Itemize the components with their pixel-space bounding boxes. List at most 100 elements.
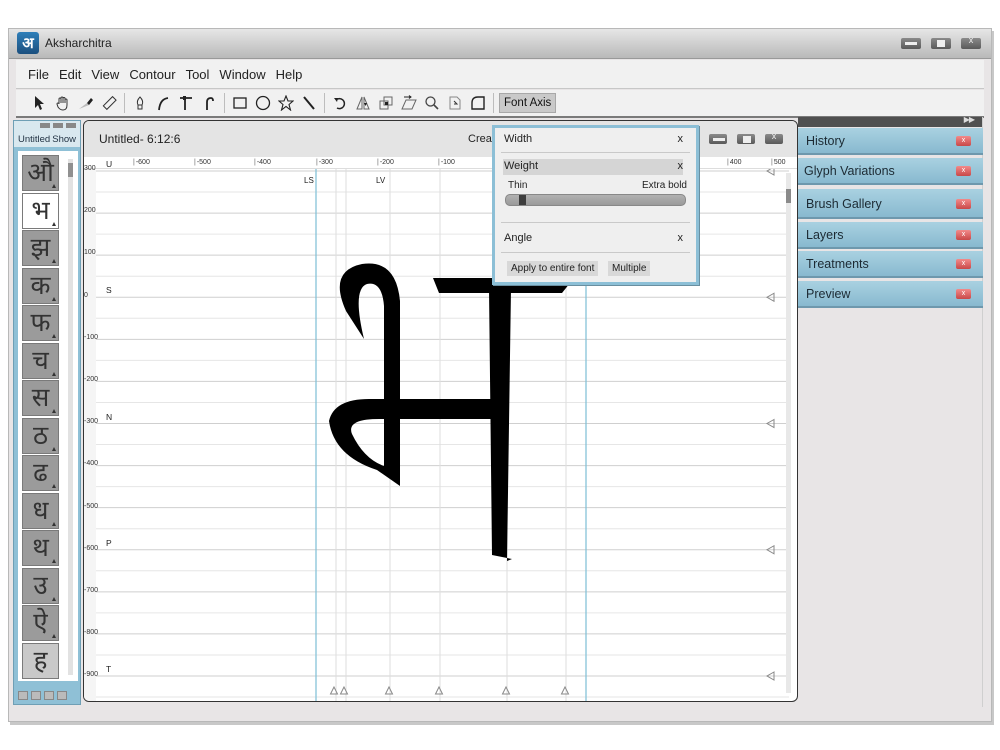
maximize-button[interactable]: [931, 38, 951, 49]
rectangle-icon[interactable]: [230, 93, 250, 113]
glyph-options-icon[interactable]: [52, 521, 56, 526]
glyph-options-icon[interactable]: [52, 409, 56, 413]
glyph-cell[interactable]: थ: [22, 530, 59, 566]
glyph-cell[interactable]: ठ: [22, 417, 59, 454]
panel-close-icon[interactable]: [66, 123, 76, 128]
glyph-options-icon[interactable]: [52, 296, 56, 301]
close-panel-icon[interactable]: x: [956, 259, 971, 269]
ruler-x-tick-label: -300: [316, 159, 333, 166]
metric-line-label: S: [106, 285, 112, 296]
close-panel-icon[interactable]: x: [956, 289, 971, 299]
copy-page-icon[interactable]: [445, 93, 465, 113]
glyph-char: क: [30, 270, 51, 301]
glyph-cell[interactable]: ऐ: [22, 605, 59, 641]
ruler-x-tick-label: 500: [771, 159, 786, 166]
close-panel-icon[interactable]: x: [956, 230, 971, 240]
close-button[interactable]: [961, 35, 981, 49]
collapse-dock-icon[interactable]: ▶▶: [964, 115, 975, 124]
glyph-list-scrollbar[interactable]: [68, 159, 73, 675]
remove-width-axis-button[interactable]: x: [678, 133, 684, 145]
panel-restore-icon[interactable]: [53, 123, 63, 128]
apply-to-entire-font-button[interactable]: Apply to entire font: [507, 261, 599, 276]
rounded-corner-icon[interactable]: [468, 93, 488, 113]
knife-icon[interactable]: [76, 93, 96, 113]
panel-preview[interactable]: Preview x: [798, 281, 983, 308]
app-logo-icon: अ: [17, 32, 39, 54]
star-icon[interactable]: [276, 93, 296, 113]
weight-slider-thumb[interactable]: [518, 195, 526, 205]
zoom-icon[interactable]: [422, 93, 442, 113]
glyph-cell[interactable]: झ: [22, 230, 59, 266]
corner-tool-icon[interactable]: [176, 93, 196, 113]
remove-angle-axis-button[interactable]: x: [678, 232, 684, 244]
minimize-button[interactable]: [901, 38, 921, 49]
pen-nib-icon[interactable]: [130, 93, 150, 113]
glyph-cell[interactable]: ह: [22, 642, 59, 679]
glyph-cell[interactable]: ध: [22, 492, 59, 529]
glyph-cell[interactable]: उ: [22, 567, 59, 604]
glyph-options-icon[interactable]: [52, 334, 56, 338]
weight-slider[interactable]: [505, 194, 686, 206]
glyph-cell-selected[interactable]: भ: [22, 192, 59, 229]
glyph-options-icon[interactable]: [52, 446, 56, 451]
menu-contour[interactable]: Contour: [124, 67, 180, 82]
panel-history[interactable]: History x: [798, 128, 983, 155]
width-axis-row[interactable]: Width x: [504, 133, 687, 145]
line-icon[interactable]: [299, 93, 319, 113]
divider: [501, 222, 690, 223]
font-axis-button[interactable]: Font Axis: [499, 93, 557, 113]
font-axis-popup: Width x Weight x Thin Extra bold Angle x…: [492, 125, 699, 285]
tangent-tool-icon[interactable]: [199, 93, 219, 113]
panel-brush-gallery[interactable]: Brush Gallery x: [798, 189, 983, 219]
glyph-options-icon[interactable]: [52, 559, 56, 563]
panel-delete-icon[interactable]: [57, 691, 67, 700]
scrollbar-thumb[interactable]: [68, 163, 73, 177]
menu-file[interactable]: File: [23, 67, 54, 82]
select-arrow-icon[interactable]: [30, 93, 50, 113]
canvas-scrollbar[interactable]: [786, 173, 791, 693]
rotate-icon[interactable]: [330, 93, 350, 113]
angle-axis-row[interactable]: Angle x: [504, 232, 687, 244]
glyph-options-icon[interactable]: [52, 634, 56, 638]
flip-icon[interactable]: [353, 93, 373, 113]
remove-weight-axis-button[interactable]: x: [678, 160, 684, 172]
close-panel-icon[interactable]: x: [956, 199, 971, 209]
glyph-options-icon[interactable]: [52, 484, 56, 488]
panel-view-large-icon[interactable]: [44, 691, 54, 700]
scrollbar-thumb[interactable]: [786, 189, 791, 203]
glyph-cell[interactable]: च: [22, 342, 59, 379]
glyph-options-icon[interactable]: [52, 221, 56, 226]
close-panel-icon[interactable]: x: [956, 136, 971, 146]
glyph-cell[interactable]: स: [22, 380, 59, 416]
multiple-button[interactable]: Multiple: [608, 261, 651, 276]
menu-tool[interactable]: Tool: [181, 67, 215, 82]
menu-window[interactable]: Window: [214, 67, 270, 82]
ellipse-icon[interactable]: [253, 93, 273, 113]
menu-view[interactable]: View: [86, 67, 124, 82]
glyph-options-icon[interactable]: [52, 184, 56, 188]
glyph-cell[interactable]: क: [22, 267, 59, 304]
glyph-options-icon[interactable]: [52, 259, 56, 263]
show-toggle[interactable]: Show: [52, 134, 76, 145]
menu-edit[interactable]: Edit: [54, 67, 86, 82]
glyph-cell[interactable]: फ: [22, 305, 59, 341]
panel-view-small-icon[interactable]: [18, 691, 28, 700]
panel-view-medium-icon[interactable]: [31, 691, 41, 700]
glyph-cell[interactable]: औ: [22, 155, 59, 191]
menu-help[interactable]: Help: [271, 67, 308, 82]
panel-layers[interactable]: Layers x: [798, 222, 983, 249]
ruler-x-tick-label: -400: [254, 159, 271, 166]
ruler-icon[interactable]: [99, 93, 119, 113]
close-panel-icon[interactable]: x: [956, 166, 971, 176]
panel-minimize-icon[interactable]: [40, 123, 50, 128]
glyph-options-icon[interactable]: [52, 596, 56, 601]
angle-axis-label: Angle: [504, 232, 533, 244]
skew-icon[interactable]: [399, 93, 419, 113]
panel-glyph-variations[interactable]: Glyph Variations x: [798, 158, 983, 185]
scale-icon[interactable]: [376, 93, 396, 113]
panel-treatments[interactable]: Treatments x: [798, 251, 983, 278]
curve-tool-icon[interactable]: [153, 93, 173, 113]
glyph-cell[interactable]: ढ: [22, 455, 59, 491]
hand-pan-icon[interactable]: [53, 93, 73, 113]
glyph-options-icon[interactable]: [52, 371, 56, 376]
